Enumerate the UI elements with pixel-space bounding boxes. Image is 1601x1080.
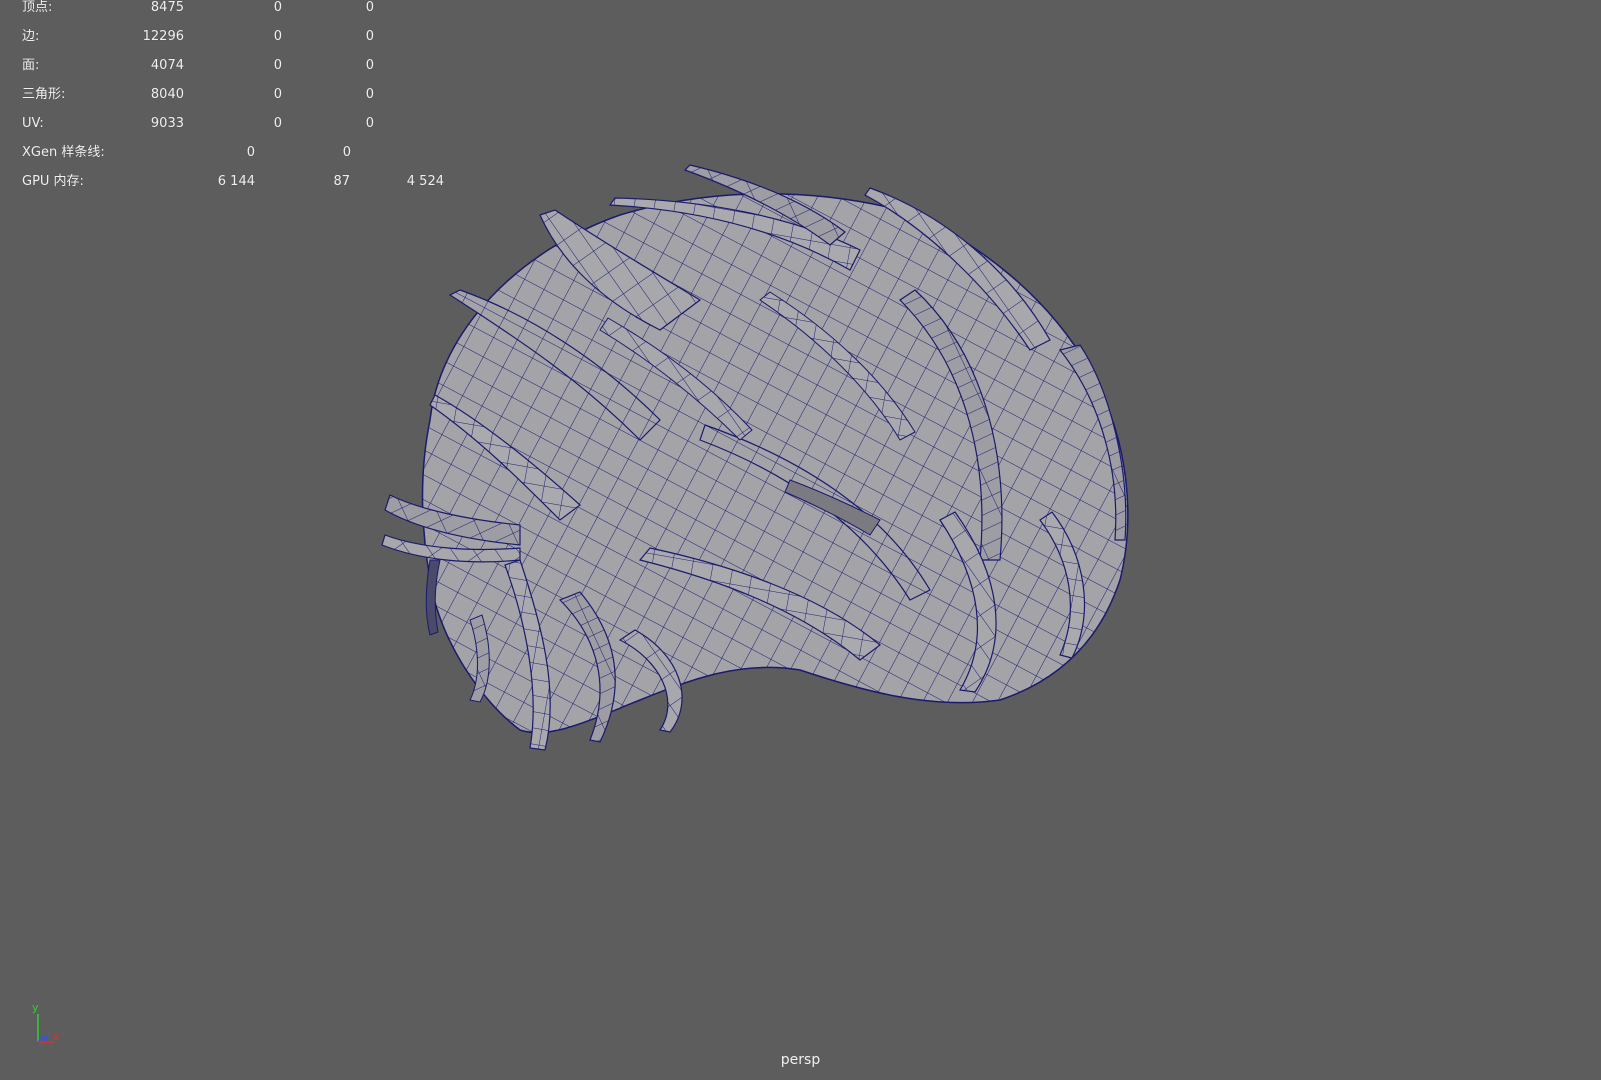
axis-gizmo-icon: y z x xyxy=(28,1002,68,1048)
hud-value: 8040 xyxy=(150,87,184,102)
hud-row-vertices: 顶点: 8475 0 0 xyxy=(0,0,480,16)
hud-value: 4 524 xyxy=(406,174,444,189)
hud-label: 三角形: xyxy=(22,87,66,102)
axis-x-label: x xyxy=(53,1030,60,1043)
hud-label: 边: xyxy=(22,29,40,44)
hud-value: 12296 xyxy=(142,29,184,44)
hud-label: 顶点: xyxy=(22,0,53,15)
3d-viewport[interactable]: 顶点: 8475 0 0 边: 12296 0 0 面: 4074 0 0 三角… xyxy=(0,0,1601,1080)
hud-row-faces: 面: 4074 0 0 xyxy=(0,58,480,74)
hud-value: 0 xyxy=(273,0,282,15)
hud-value: 87 xyxy=(333,174,350,189)
axis-z-label: z xyxy=(43,1032,49,1045)
hud-value: 0 xyxy=(273,116,282,131)
hud-value: 0 xyxy=(273,87,282,102)
hud-row-edges: 边: 12296 0 0 xyxy=(0,29,480,45)
hud-row-uvs: UV: 9033 0 0 xyxy=(0,116,480,132)
hud-value: 6 144 xyxy=(217,174,255,189)
hud-value: 0 xyxy=(365,87,374,102)
hud-label: 面: xyxy=(22,58,40,73)
hud-value: 4074 xyxy=(150,58,184,73)
hud-value: 0 xyxy=(365,29,374,44)
hud-label: UV: xyxy=(22,116,44,131)
hud-row-xgen: XGen 样条线: 0 0 xyxy=(0,145,480,161)
hud-value: 9033 xyxy=(150,116,184,131)
hud-value: 0 xyxy=(273,29,282,44)
hud-value: 0 xyxy=(342,145,351,160)
hud-value: 0 xyxy=(365,116,374,131)
hud-row-triangles: 三角形: 8040 0 0 xyxy=(0,87,480,103)
hud-value: 0 xyxy=(365,0,374,15)
hair-mesh-model[interactable] xyxy=(0,0,1601,1080)
hud-value: 0 xyxy=(246,145,255,160)
hud-value: 8475 xyxy=(150,0,184,15)
camera-name-label: persp xyxy=(780,1052,821,1068)
hud-value: 0 xyxy=(273,58,282,73)
hud-label: GPU 内存: xyxy=(22,174,84,189)
hud-row-gpu-memory: GPU 内存: 6 144 87 4 524 xyxy=(0,174,480,190)
hud-value: 0 xyxy=(365,58,374,73)
hud-label: XGen 样条线: xyxy=(22,145,105,160)
axis-y-label: y xyxy=(32,1001,39,1014)
